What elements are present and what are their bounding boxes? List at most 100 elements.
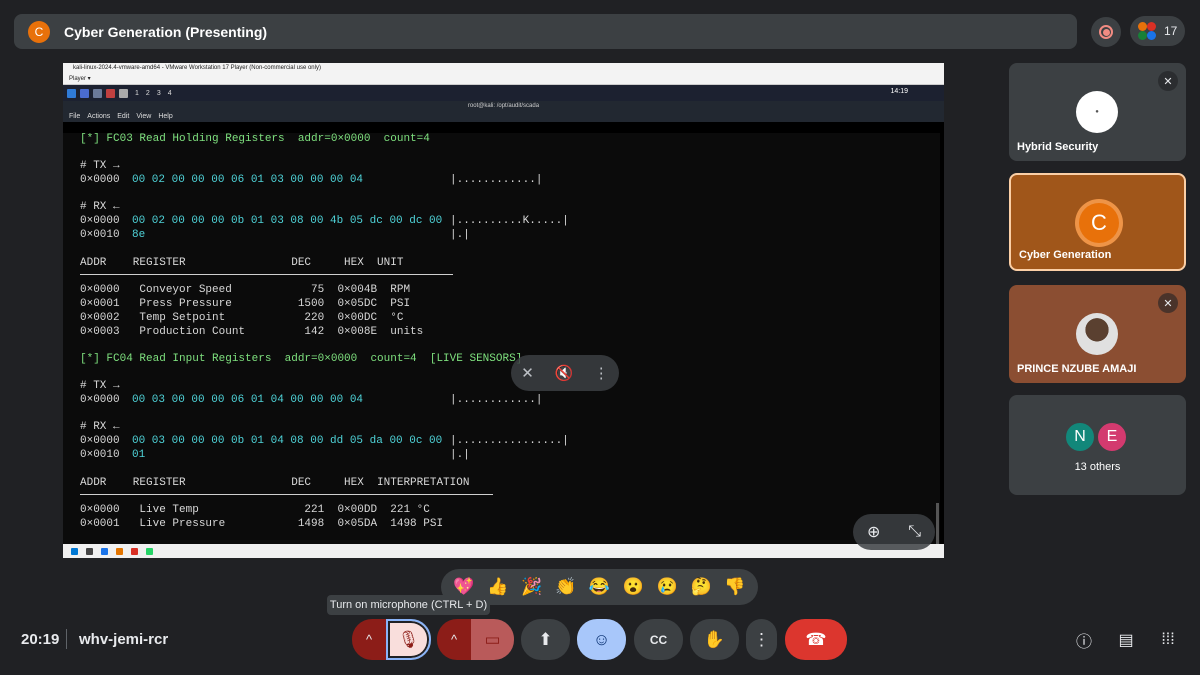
- mic-off-icon: ✕: [1158, 71, 1178, 91]
- participant-tile[interactable]: ✕ PRINCE NZUBE AMAJI: [1009, 285, 1186, 383]
- avatar: N: [1064, 421, 1096, 453]
- reaction-thumbs-up[interactable]: 👍: [487, 577, 508, 597]
- menu-view[interactable]: View: [136, 111, 151, 122]
- raise-hand-button[interactable]: ✋: [690, 619, 739, 660]
- camera-button[interactable]: ▭: [471, 619, 514, 660]
- people-button[interactable]: 17: [1130, 16, 1185, 46]
- presenter-avatar: C: [28, 20, 50, 43]
- emoji-button[interactable]: ☺: [577, 619, 626, 660]
- hex-ascii: |.|: [450, 229, 470, 241]
- workspace-4[interactable]: 4: [168, 90, 172, 97]
- info-icon[interactable]: ⓘ: [1073, 629, 1095, 651]
- video-settings-button[interactable]: ^: [437, 619, 471, 660]
- hex-offset: 0×0010: [80, 229, 120, 241]
- table-row: 0×0002 Temp Setpoint 220 0×00DC °C: [80, 312, 404, 324]
- reaction-thinking[interactable]: 🤔: [690, 577, 711, 597]
- terminal-title: root@kali: /opt/audit/scada: [63, 101, 944, 111]
- windows-taskbar: [63, 544, 944, 558]
- hex-ascii: |................|: [450, 435, 569, 447]
- more-icon: ⋮: [753, 629, 770, 649]
- table-divider: [80, 494, 493, 495]
- table-row: 0×0000 Conveyor Speed 75 0×004B RPM: [80, 284, 411, 296]
- hex-ascii: |.|: [450, 449, 470, 461]
- rx-label: # RX ←: [80, 421, 120, 433]
- menu-edit[interactable]: Edit: [117, 111, 129, 122]
- zoom-in-icon[interactable]: ⊕: [867, 522, 880, 542]
- captions-button[interactable]: CC: [634, 619, 683, 660]
- terminal-icon[interactable]: [119, 88, 128, 98]
- raise-hand-icon: ✋: [703, 629, 726, 649]
- kali-panel: 1 2 3 4 14:19: [63, 85, 944, 101]
- participant-name: 13 others: [1074, 461, 1121, 473]
- hex-offset: 0×0000: [80, 174, 120, 186]
- workspace-2[interactable]: 2: [146, 90, 150, 97]
- terminal-menu: File Actions Edit View Help: [63, 111, 944, 122]
- table-header: ADDR REGISTER DEC HEX UNIT: [80, 257, 404, 269]
- kali-menu-icon[interactable]: [67, 88, 76, 98]
- recording-button[interactable]: [1091, 17, 1121, 47]
- hex-bytes: 00 03 00 00 00 0b 01 04 08 00 dd 05 da 0…: [132, 435, 443, 447]
- player-menu[interactable]: Player ▾: [69, 76, 91, 82]
- fullscreen-exit-icon[interactable]: ⤡: [908, 523, 921, 541]
- more-icon[interactable]: ⋮: [594, 364, 609, 382]
- chevron-up-icon: ^: [365, 632, 373, 647]
- hex-bytes: 8e: [132, 229, 146, 241]
- menu-help[interactable]: Help: [158, 111, 172, 122]
- reaction-laugh[interactable]: 😂: [589, 577, 610, 597]
- table-row: 0×0003 Production Count 142 0×008E units: [80, 326, 424, 338]
- reaction-thumbs-down[interactable]: 👎: [724, 577, 745, 597]
- mic-off-icon: ✕: [1158, 293, 1178, 313]
- tx-label: # TX →: [80, 160, 120, 172]
- reaction-party[interactable]: 🎉: [521, 577, 542, 597]
- hex-offset: 0×0010: [80, 449, 120, 461]
- hex-ascii: |............|: [450, 174, 543, 186]
- participant-tile-active[interactable]: C Cyber Generation: [1009, 173, 1186, 271]
- browser-icon[interactable]: [106, 88, 115, 98]
- menu-actions[interactable]: Actions: [87, 111, 110, 122]
- participant-tile[interactable]: ● ✕ Hybrid Security: [1009, 63, 1186, 161]
- others-tile[interactable]: N E 13 others: [1009, 395, 1186, 495]
- more-options-button[interactable]: ⋮: [746, 619, 777, 660]
- participant-name: Cyber Generation: [1019, 249, 1112, 261]
- presenting-bar: C Cyber Generation (Presenting): [14, 14, 1077, 49]
- camera-off-icon: ▭: [484, 629, 501, 649]
- captions-icon: CC: [649, 632, 668, 647]
- reaction-surprised[interactable]: 😮: [623, 577, 644, 597]
- desktop-icon[interactable]: [80, 88, 89, 98]
- workspace-1[interactable]: 1: [135, 90, 139, 97]
- end-call-button[interactable]: ☎: [785, 619, 847, 660]
- reaction-clap[interactable]: 👏: [555, 577, 576, 597]
- edge-icon[interactable]: [101, 547, 108, 555]
- vm-toolbar: Player ▾: [63, 74, 944, 85]
- presenting-title: Cyber Generation (Presenting): [64, 23, 268, 40]
- hex-ascii: |............|: [450, 394, 543, 406]
- search-icon[interactable]: [86, 547, 93, 555]
- files-icon[interactable]: [93, 88, 102, 98]
- table-divider: [80, 274, 453, 275]
- menu-file[interactable]: File: [69, 111, 80, 122]
- workspace-3[interactable]: 3: [157, 90, 161, 97]
- apps-icon[interactable]: ⁞⁞⁞: [1157, 629, 1179, 651]
- mini-avatar: [1147, 31, 1156, 40]
- table-row: 0×0001 Press Pressure 1500 0×05DC PSI: [80, 298, 411, 310]
- hex-offset: 0×0000: [80, 435, 120, 447]
- whatsapp-icon[interactable]: [146, 547, 153, 555]
- meeting-code: whv-jemi-rcr: [79, 631, 169, 648]
- app-icon[interactable]: [131, 547, 138, 555]
- app-icon[interactable]: [116, 547, 123, 555]
- rx-label: # RX ←: [80, 201, 120, 213]
- reaction-heart[interactable]: 💖: [453, 577, 474, 597]
- windows-start-icon[interactable]: [71, 547, 78, 555]
- avatar: [1076, 313, 1118, 355]
- reaction-sad[interactable]: 😢: [657, 577, 678, 597]
- chat-icon[interactable]: ▤: [1115, 629, 1137, 651]
- microphone-button[interactable]: 🎙: [386, 619, 431, 660]
- volume-off-icon[interactable]: 🔇: [554, 364, 573, 382]
- pin-off-icon[interactable]: ✕: [521, 364, 534, 382]
- present-icon: ⬆: [538, 629, 553, 649]
- mini-avatar: [1138, 31, 1147, 40]
- vm-window-title: kali-linux-2024.4-vmware-amd64 - VMware …: [63, 63, 944, 74]
- audio-settings-button[interactable]: ^: [352, 619, 386, 660]
- mini-avatar: [1147, 22, 1156, 31]
- present-button[interactable]: ⬆: [521, 619, 570, 660]
